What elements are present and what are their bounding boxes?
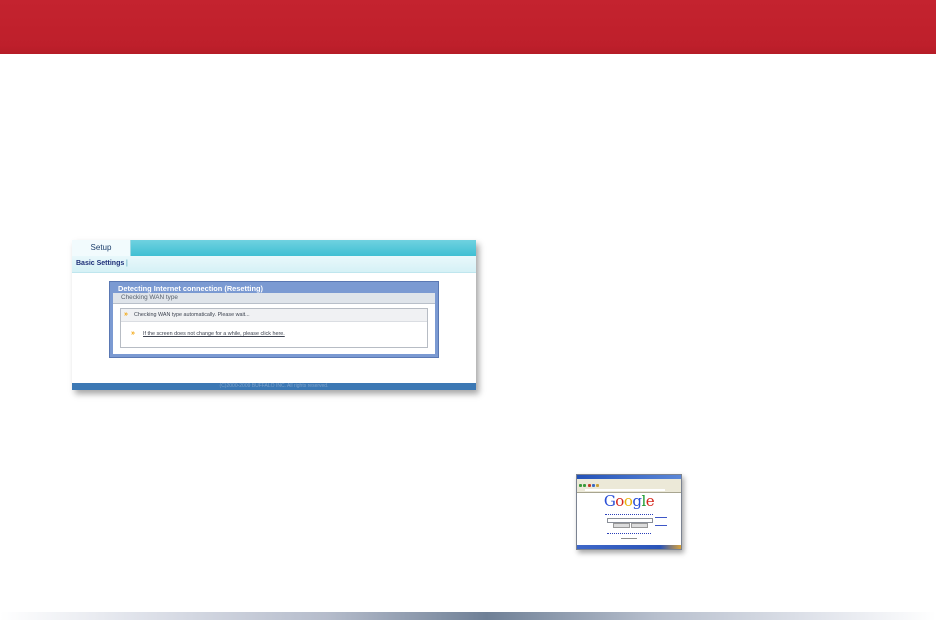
forward-icon bbox=[583, 484, 586, 487]
router-footer: (C)2000-2009 BUFFALO INC. All rights res… bbox=[72, 383, 476, 390]
taskbar bbox=[577, 545, 681, 549]
status-message-box: » Checking WAN type automatically. Pleas… bbox=[120, 308, 428, 348]
google-search-button bbox=[613, 523, 630, 528]
google-service-links bbox=[605, 514, 653, 517]
google-logo: Google bbox=[577, 492, 681, 510]
router-sub-nav: Basic Settings | bbox=[72, 256, 476, 273]
feeling-lucky-button bbox=[631, 523, 648, 528]
router-setup-screenshot: Setup Basic Settings | Detecting Interne… bbox=[72, 240, 476, 390]
fallback-click-here-link[interactable]: If the screen does not change for a whil… bbox=[143, 328, 285, 340]
logo-letter: e bbox=[645, 492, 655, 510]
google-footer-links bbox=[607, 533, 651, 535]
back-icon bbox=[579, 484, 582, 487]
refresh-icon bbox=[592, 484, 595, 487]
chevron-right-icon: » bbox=[124, 311, 128, 318]
wan-type-header: Checking WAN type bbox=[113, 293, 435, 304]
google-copyright bbox=[621, 538, 637, 539]
router-tab-strip: Setup bbox=[72, 240, 476, 256]
logo-letter: o bbox=[615, 492, 624, 510]
logo-letter: G bbox=[603, 492, 616, 510]
stop-icon bbox=[588, 484, 591, 487]
nav-separator: | bbox=[126, 260, 128, 267]
bottom-gradient-bar bbox=[0, 612, 936, 620]
google-side-links bbox=[655, 517, 667, 526]
chevron-right-icon: » bbox=[131, 330, 135, 337]
detect-panel-body: Checking WAN type » Checking WAN type au… bbox=[113, 293, 435, 354]
address-field bbox=[585, 489, 665, 491]
detect-connection-panel: Detecting Internet connection (Resetting… bbox=[109, 281, 439, 358]
status-row: » Checking WAN type automatically. Pleas… bbox=[121, 309, 427, 322]
tab-setup[interactable]: Setup bbox=[72, 240, 131, 256]
home-icon bbox=[596, 484, 599, 487]
browser-window-thumbnail: Google bbox=[576, 474, 682, 550]
nav-basic-settings[interactable]: Basic Settings bbox=[76, 256, 124, 272]
status-message: Checking WAN type automatically. Please … bbox=[134, 312, 250, 318]
top-banner bbox=[0, 0, 936, 54]
